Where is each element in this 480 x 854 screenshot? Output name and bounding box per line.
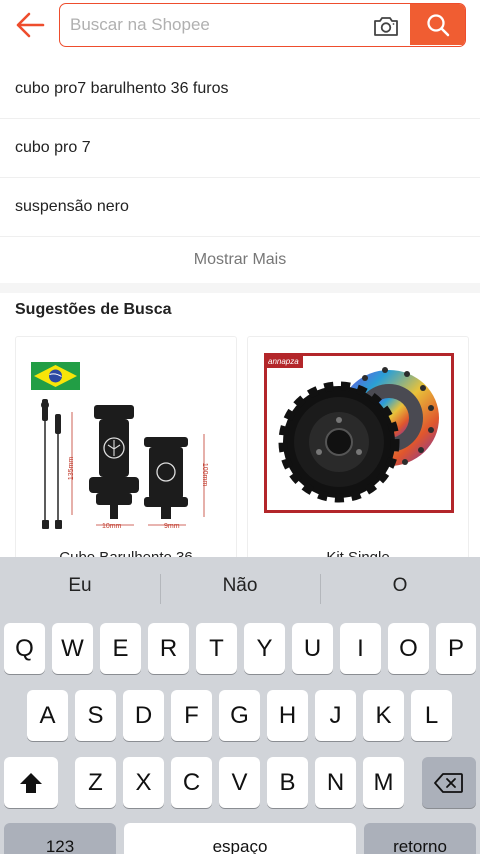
return-key[interactable]: retorno bbox=[364, 823, 476, 854]
key-u[interactable]: U bbox=[292, 623, 333, 674]
history-item[interactable]: cubo pro 7 bbox=[0, 119, 480, 178]
product-image-hub bbox=[31, 362, 205, 529]
suggestions-title: Sugestões de Busca bbox=[15, 301, 172, 318]
history-item[interactable]: cubo pro7 barulhento 36 furos bbox=[0, 60, 480, 119]
shift-icon bbox=[20, 772, 42, 793]
key-w[interactable]: W bbox=[52, 623, 93, 674]
key-z[interactable]: Z bbox=[75, 757, 116, 808]
key-e[interactable]: E bbox=[100, 623, 141, 674]
search-bar[interactable] bbox=[59, 3, 466, 47]
suggestion-card[interactable]: 135mm 100mm 10mm 9mm Cubo Barulhento 36 bbox=[15, 336, 237, 576]
search-button[interactable] bbox=[410, 4, 465, 45]
key-l[interactable]: L bbox=[411, 690, 452, 741]
camera-icon bbox=[374, 17, 398, 36]
key-s[interactable]: S bbox=[75, 690, 116, 741]
dimension-label: 100mm bbox=[201, 462, 209, 487]
show-more-button[interactable]: Mostrar Mais bbox=[0, 237, 480, 282]
key-b[interactable]: B bbox=[267, 757, 308, 808]
search-history-list: cubo pro7 barulhento 36 furos cubo pro 7… bbox=[0, 60, 480, 282]
shopee-search-screen: cubo pro7 barulhento 36 furos cubo pro 7… bbox=[0, 0, 480, 854]
back-arrow-icon bbox=[16, 12, 45, 38]
prediction-suggestion[interactable]: O bbox=[320, 557, 480, 615]
space-key[interactable]: espaço bbox=[124, 823, 356, 854]
key-t[interactable]: T bbox=[196, 623, 237, 674]
history-item[interactable]: suspensão nero bbox=[0, 178, 480, 237]
section-divider bbox=[0, 283, 480, 293]
key-y[interactable]: Y bbox=[244, 623, 285, 674]
key-f[interactable]: F bbox=[171, 690, 212, 741]
search-input[interactable] bbox=[70, 10, 360, 40]
back-button[interactable] bbox=[12, 8, 48, 42]
key-v[interactable]: V bbox=[219, 757, 260, 808]
key-k[interactable]: K bbox=[363, 690, 404, 741]
delete-key[interactable] bbox=[422, 757, 476, 808]
key-o[interactable]: O bbox=[388, 623, 429, 674]
key-h[interactable]: H bbox=[267, 690, 308, 741]
shift-key[interactable] bbox=[4, 757, 58, 808]
product-image-sprocket-hub bbox=[278, 367, 439, 503]
product-image-frame: annapza bbox=[264, 353, 454, 513]
search-icon bbox=[426, 13, 449, 36]
numbers-key[interactable]: 123 bbox=[4, 823, 116, 854]
key-j[interactable]: J bbox=[315, 690, 356, 741]
key-p[interactable]: P bbox=[436, 623, 476, 674]
predictive-text-bar: Eu Não O bbox=[0, 557, 480, 615]
key-c[interactable]: C bbox=[171, 757, 212, 808]
dimension-label: 9mm bbox=[164, 523, 180, 530]
prediction-suggestion[interactable]: Não bbox=[160, 557, 320, 615]
key-m[interactable]: M bbox=[363, 757, 404, 808]
dimension-label: 10mm bbox=[102, 523, 122, 530]
dimension-label: 135mm bbox=[68, 456, 76, 481]
key-g[interactable]: G bbox=[219, 690, 260, 741]
key-q[interactable]: Q bbox=[4, 623, 45, 674]
search-header bbox=[0, 0, 480, 58]
key-r[interactable]: R bbox=[148, 623, 189, 674]
prediction-suggestion[interactable]: Eu bbox=[0, 557, 160, 615]
backspace-icon bbox=[434, 772, 463, 793]
camera-search-button[interactable] bbox=[370, 12, 402, 40]
key-n[interactable]: N bbox=[315, 757, 356, 808]
key-d[interactable]: D bbox=[123, 690, 164, 741]
key-a[interactable]: A bbox=[27, 690, 68, 741]
suggestion-card[interactable]: annapza bbox=[247, 336, 469, 576]
key-i[interactable]: I bbox=[340, 623, 381, 674]
ios-keyboard: Eu Não O Q W E R T Y U I O P A S D F G H… bbox=[0, 557, 480, 854]
brazil-flag-icon bbox=[31, 362, 80, 390]
key-x[interactable]: X bbox=[123, 757, 164, 808]
